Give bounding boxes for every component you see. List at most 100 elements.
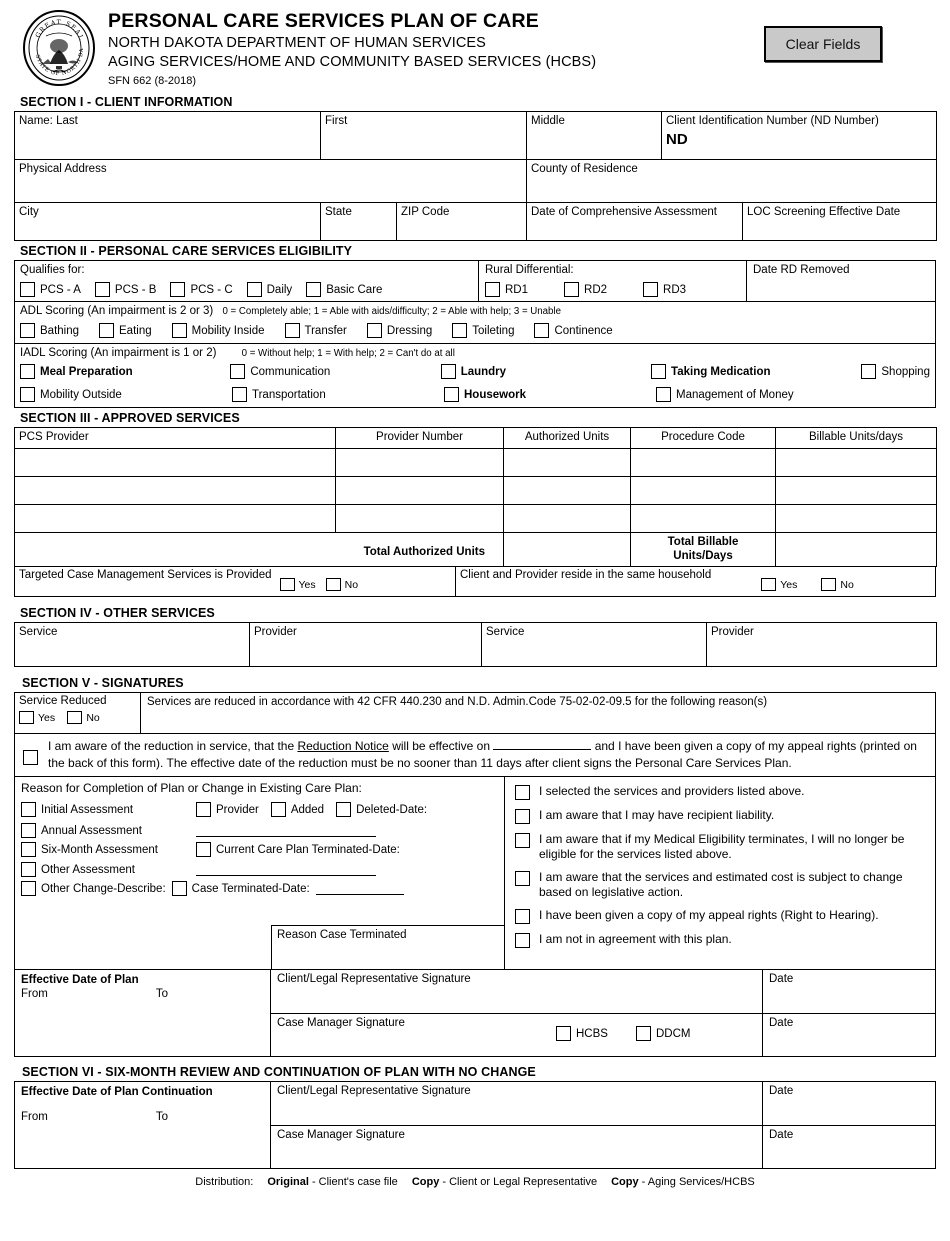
field-zip[interactable]: ZIP Code	[396, 202, 527, 241]
checkbox-icon[interactable]	[643, 282, 659, 297]
checkbox-icon[interactable]	[656, 387, 671, 402]
checkbox-icon[interactable]	[336, 802, 352, 818]
field-state[interactable]: State	[320, 202, 397, 241]
cell-procedure-code[interactable]	[630, 476, 776, 505]
checkbox-hcbs[interactable]: HCBS	[556, 1026, 608, 1042]
checkbox-icon[interactable]	[444, 387, 459, 402]
checkbox-icon[interactable]	[821, 578, 837, 591]
checkbox-service-reduced-no[interactable]: No	[67, 711, 100, 724]
checkbox-mobility-inside[interactable]: Mobility Inside	[171, 323, 265, 338]
checkbox-tcm-no[interactable]: No	[325, 578, 358, 591]
checkbox-mobility-outside[interactable]: Mobility Outside	[20, 387, 232, 402]
field-client-signature[interactable]: Client/Legal Representative Signature	[271, 970, 763, 1014]
checkbox-six-month-assessment[interactable]: Six-Month Assessment	[21, 842, 158, 858]
field-county[interactable]: County of Residence	[526, 159, 937, 203]
field-name-last[interactable]: Name: Last	[14, 111, 321, 160]
field-case-manager-signature[interactable]: Case Manager Signature HCBS DDCM	[271, 1014, 763, 1057]
from-to-row[interactable]: From To	[21, 988, 264, 1000]
checkbox-icon[interactable]	[861, 364, 877, 379]
checkbox-ddcm[interactable]: DDCM	[635, 1026, 690, 1042]
field-client-id[interactable]: Client Identification Number (ND Number)…	[661, 111, 937, 160]
checkbox-icon[interactable]	[99, 323, 115, 338]
checkbox-icon[interactable]	[196, 842, 211, 858]
checkbox-initial-assessment[interactable]: Initial Assessment	[21, 802, 133, 818]
checkbox-icon[interactable]	[515, 809, 530, 825]
checkbox-pcs-c[interactable]: PCS - C	[170, 282, 233, 297]
field-city[interactable]: City	[14, 202, 321, 241]
cell-provider-number[interactable]	[335, 504, 504, 533]
cell-procedure-code[interactable]	[630, 504, 776, 533]
checkbox-icon[interactable]	[515, 871, 530, 887]
attestation-selected-services[interactable]: I selected the services and providers li…	[515, 784, 927, 801]
current-plan-terminated-date-blank[interactable]	[196, 875, 376, 877]
cell-pcs-provider[interactable]	[14, 504, 336, 533]
checkbox-icon[interactable]	[306, 282, 322, 297]
field-date-rd-removed[interactable]: Date RD Removed	[747, 261, 935, 301]
checkbox-continence[interactable]: Continence	[534, 323, 613, 338]
cell-pcs-provider[interactable]	[14, 476, 336, 505]
checkbox-daily[interactable]: Daily	[246, 282, 292, 297]
checkbox-icon[interactable]	[67, 711, 83, 724]
field-assessment-date[interactable]: Date of Comprehensive Assessment	[526, 202, 743, 241]
cell-billable-units[interactable]	[775, 504, 937, 533]
checkbox-icon[interactable]	[556, 1026, 571, 1042]
field-case-manager-signature-date[interactable]: Date	[763, 1014, 935, 1056]
reduction-effective-date-blank[interactable]	[493, 740, 592, 750]
checkbox-tcm-yes[interactable]: Yes	[279, 578, 316, 591]
checkbox-icon[interactable]	[21, 823, 36, 839]
checkbox-communication[interactable]: Communication	[230, 364, 440, 379]
checkbox-household-no[interactable]: No	[821, 578, 854, 591]
checkbox-icon[interactable]	[651, 364, 667, 379]
checkbox-rd2[interactable]: RD2	[564, 282, 607, 297]
checkbox-icon[interactable]	[196, 802, 211, 818]
checkbox-icon[interactable]	[232, 387, 247, 402]
checkbox-laundry[interactable]: Laundry	[440, 364, 651, 379]
checkbox-transportation[interactable]: Transportation	[232, 387, 444, 402]
checkbox-icon[interactable]	[534, 323, 550, 338]
field-physical-address[interactable]: Physical Address	[14, 159, 527, 203]
cell-provider-number[interactable]	[335, 448, 504, 477]
checkbox-icon[interactable]	[171, 323, 187, 338]
field-client-signature[interactable]: Client/Legal Representative Signature	[271, 1082, 763, 1126]
cell-billable-units[interactable]	[775, 448, 937, 477]
field-case-manager-signature-date[interactable]: Date	[763, 1126, 935, 1168]
checkbox-meal-preparation[interactable]: Meal Preparation	[20, 364, 230, 379]
total-authorized-units-value[interactable]	[503, 532, 631, 567]
attestation-recipient-liability[interactable]: I am aware that I may have recipient lia…	[515, 808, 927, 825]
field-middle-name[interactable]: Middle	[526, 111, 662, 160]
checkbox-icon[interactable]	[515, 933, 530, 949]
checkbox-bathing[interactable]: Bathing	[20, 323, 79, 338]
checkbox-housework[interactable]: Housework	[444, 387, 656, 402]
checkbox-icon[interactable]	[21, 881, 36, 897]
checkbox-basic-care[interactable]: Basic Care	[306, 282, 382, 297]
checkbox-icon[interactable]	[20, 364, 35, 379]
checkbox-taking-medication[interactable]: Taking Medication	[651, 364, 861, 379]
field-client-signature-date[interactable]: Date	[763, 970, 935, 1013]
checkbox-icon[interactable]	[246, 282, 262, 297]
checkbox-pcs-a[interactable]: PCS - A	[20, 282, 81, 297]
total-billable-units-value[interactable]	[775, 532, 937, 567]
cell-billable-units[interactable]	[775, 476, 937, 505]
checkbox-icon[interactable]	[21, 842, 36, 858]
checkbox-other-assessment[interactable]: Other Assessment	[21, 862, 135, 878]
checkbox-icon[interactable]	[21, 802, 36, 818]
cell-authorized-units[interactable]	[503, 504, 631, 533]
checkbox-icon[interactable]	[452, 323, 468, 338]
cell-authorized-units[interactable]	[503, 448, 631, 477]
checkbox-rd3[interactable]: RD3	[643, 282, 686, 297]
case-terminated-date-blank[interactable]	[315, 894, 404, 896]
checkbox-transfer[interactable]: Transfer	[284, 323, 347, 338]
checkbox-icon[interactable]	[761, 578, 777, 591]
checkbox-household-yes[interactable]: Yes	[761, 578, 797, 591]
cell-authorized-units[interactable]	[503, 476, 631, 505]
checkbox-annual-assessment[interactable]: Annual Assessment	[21, 823, 142, 839]
checkbox-icon[interactable]	[515, 909, 530, 925]
reduction-statement-field[interactable]: Services are reduced in accordance with …	[141, 693, 935, 733]
checkbox-icon[interactable]	[20, 387, 35, 402]
field-other-provider-1[interactable]: Provider	[249, 622, 482, 667]
deleted-date-blank[interactable]	[196, 836, 376, 838]
checkbox-icon[interactable]	[515, 833, 530, 849]
checkbox-eating[interactable]: Eating	[99, 323, 152, 338]
checkbox-pcs-b[interactable]: PCS - B	[94, 282, 156, 297]
checkbox-current-plan-terminated[interactable]: Current Care Plan Terminated-Date:	[196, 842, 400, 858]
